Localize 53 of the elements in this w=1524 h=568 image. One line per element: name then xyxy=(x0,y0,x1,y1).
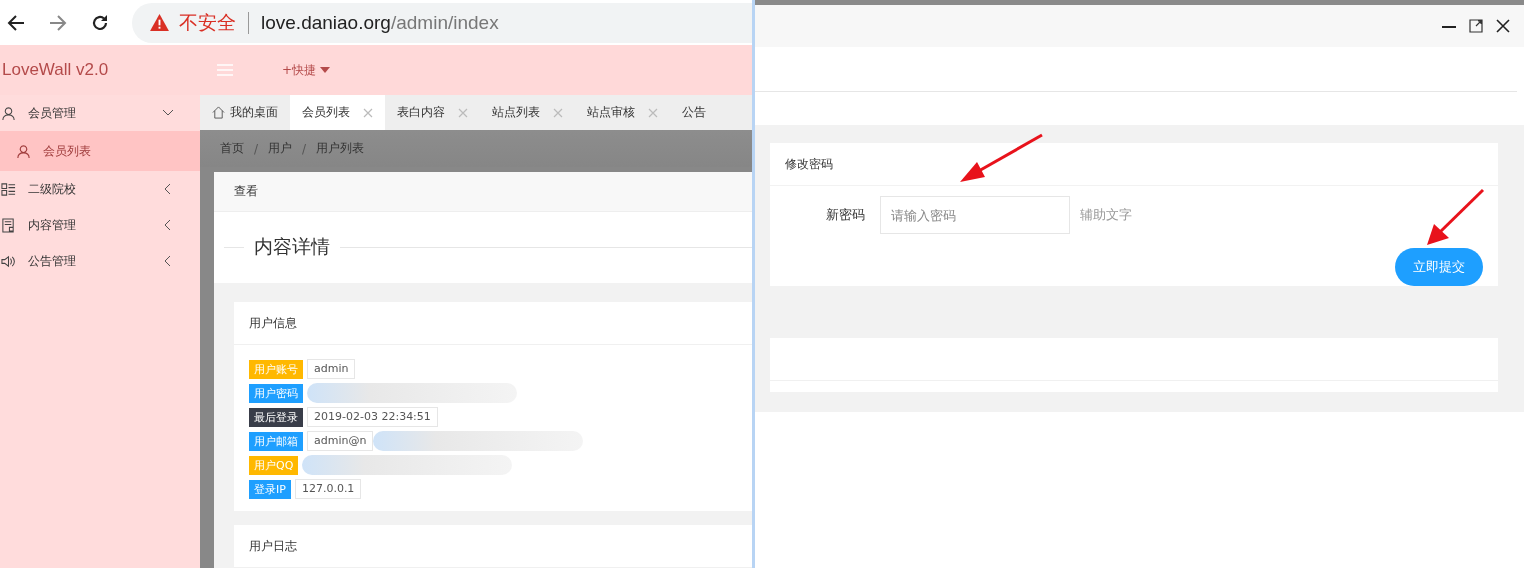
list-icon xyxy=(1,181,16,197)
breadcrumb-link[interactable]: 用户列表 xyxy=(316,140,365,157)
password-field[interactable]: 请输入密码 xyxy=(880,196,1070,234)
quick-menu[interactable]: +快捷 xyxy=(282,61,331,79)
tab[interactable]: 我的桌面 xyxy=(200,95,290,130)
maximize-icon[interactable] xyxy=(1469,19,1483,33)
breadcrumb-separator: / xyxy=(254,141,259,156)
url-text: love.daniao.org/admin/index xyxy=(261,11,499,34)
warning-icon xyxy=(150,14,169,31)
tab[interactable]: 表白内容 xyxy=(385,95,480,130)
field-value: 127.0.0.1 xyxy=(294,479,362,499)
breadcrumb-separator: / xyxy=(302,141,307,156)
sidebar-item[interactable]: 公告管理 xyxy=(0,243,200,279)
user-icon xyxy=(1,105,16,121)
panel-title: 查看 xyxy=(234,182,258,200)
sidebar-item[interactable]: 会员管理 xyxy=(0,95,200,131)
field-value: 2019-02-03 22:34:51 xyxy=(307,407,438,427)
field-label: 用户密码 xyxy=(249,383,303,403)
card-title: 用户信息 xyxy=(249,314,297,332)
menu-icon xyxy=(217,64,233,76)
security-label: 不安全 xyxy=(179,9,236,35)
breadcrumb-link[interactable]: 用户 xyxy=(268,140,293,157)
annotation-arrow xyxy=(1427,188,1485,245)
speaker-icon xyxy=(1,253,16,269)
tab[interactable]: 会员列表 xyxy=(290,95,385,130)
sidebar-item[interactable]: 二级院校 xyxy=(0,171,200,207)
field-label: 用户账号 xyxy=(249,359,303,379)
card-title: 用户日志 xyxy=(249,537,297,555)
tab[interactable]: 站点审核 xyxy=(575,95,670,130)
tab[interactable]: 站点列表 xyxy=(480,95,575,130)
field-label: 最后登录 xyxy=(249,407,303,427)
address-bar[interactable]: 不安全 love.daniao.org/admin/index xyxy=(132,2,752,43)
forward-icon[interactable] xyxy=(48,12,68,33)
logo-text: LoveWall v2.0 xyxy=(1,60,110,80)
doc-icon xyxy=(1,217,16,233)
user-icon xyxy=(16,143,31,159)
field-label: 登录IP xyxy=(249,479,291,499)
field-label: 用户QQ xyxy=(249,455,299,475)
helper-text: 辅助文字 xyxy=(1080,206,1132,224)
close-icon[interactable] xyxy=(1496,19,1510,33)
caret-icon xyxy=(320,67,331,73)
breadcrumb-link[interactable]: 首页 xyxy=(220,140,244,157)
tab[interactable]: 公告 xyxy=(670,95,718,130)
field-value: admin xyxy=(307,359,356,379)
field-value: admin@n xyxy=(307,431,374,451)
section-title: 内容详情 xyxy=(253,234,331,260)
sidebar-item[interactable]: 内容管理 xyxy=(0,207,200,243)
card-title: 修改密码 xyxy=(785,155,833,173)
sidebar-subitem[interactable]: 会员列表 xyxy=(0,131,200,171)
home-icon xyxy=(212,106,225,119)
field-label: 用户邮箱 xyxy=(249,431,303,451)
back-icon[interactable] xyxy=(6,12,26,33)
field-label: 新密码 xyxy=(825,206,866,224)
